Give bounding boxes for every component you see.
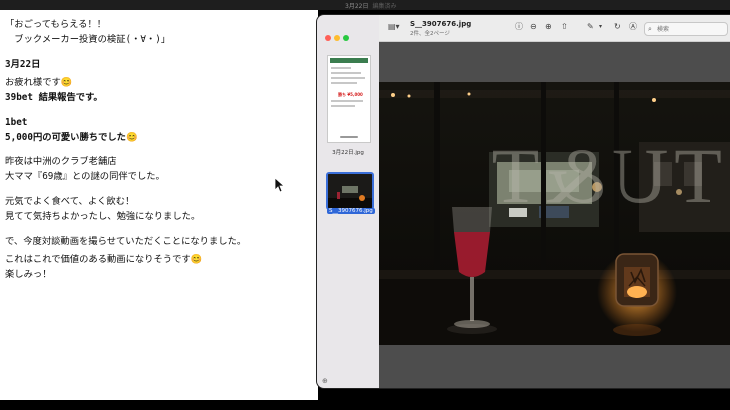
window-title: 3月22日 編集済み [345, 1, 396, 10]
thumb-header [330, 58, 368, 63]
note-line: 5,000円の可愛い勝ちでした😊 [5, 132, 138, 143]
thumb-row [331, 82, 357, 84]
thumb-row [331, 72, 361, 74]
file-subtitle: 2件、全2ページ [410, 31, 450, 37]
add-icon[interactable]: ⊕ [322, 377, 328, 385]
note-line: 昨夜は中洲のクラブ老舗店 [5, 156, 117, 167]
thumb-win-text: 勝ち ¥5,000 [338, 92, 363, 97]
bottom-bar [0, 400, 730, 410]
thumb-row [331, 67, 351, 69]
thumbnail-label[interactable]: 3月22日.jpg [317, 148, 379, 156]
window-text-mirrored: TU&T [486, 132, 722, 219]
note-line: 大ママ『69歳』との謎の同伴でした。 [5, 171, 165, 182]
note-line: 楽しみっ！ [5, 269, 52, 280]
thumbnail-photo-image [328, 174, 372, 208]
thumb-row [331, 105, 355, 107]
share-icon[interactable]: ⇧ [561, 21, 568, 33]
chevron-down-icon[interactable]: ▾ [599, 21, 602, 33]
mouse-cursor-icon [274, 177, 284, 193]
image-canvas[interactable]: TU&T [379, 42, 730, 388]
thumb-row [331, 77, 365, 79]
note-line: ブックメーカー投資の検証(・∀・)」 [5, 34, 171, 45]
search-icon: ⌕ [648, 25, 652, 33]
window-title-status: 編集済み [372, 3, 397, 10]
preview-toolbar: ▤▾ S__3907676.jpg 2件、全2ページ ⓘ ⊖ ⊕ ⇧ ✎ ▾ ↻… [379, 15, 730, 42]
note-line: 39bet 結果報告です。 [5, 92, 103, 103]
note-line: 1bet [5, 117, 28, 128]
minimize-button-icon[interactable] [334, 35, 340, 41]
file-title: S__3907676.jpg [410, 20, 472, 28]
fullscreen-button-icon[interactable] [343, 35, 349, 41]
bar-photo-image: TU&T [379, 82, 730, 345]
traffic-lights [325, 26, 352, 45]
note-date: 3月22日 [5, 59, 41, 70]
thumbnail-sidebar[interactable]: 勝ち ¥5,000 3月22日.jpg S__3907676.jpg ⊕ [317, 15, 380, 388]
sidebar-toggle-icon[interactable]: ▤▾ [388, 21, 400, 33]
thumbnail-photo-selected[interactable] [326, 172, 374, 210]
preview-window[interactable]: 勝ち ¥5,000 3月22日.jpg S__3907676.jpg ⊕ ▤▾ … [317, 15, 730, 388]
zoom-out-icon[interactable]: ⊖ [530, 21, 537, 33]
search-input[interactable] [657, 24, 723, 34]
search-field[interactable]: ⌕ [644, 22, 728, 36]
note-line: 「おごってもらえる！！ [5, 19, 107, 30]
annotate-icon[interactable]: Ⓐ [629, 21, 637, 33]
note-line: で、今度対談動画を撮らせていただくことになりました。 [5, 236, 247, 247]
note-line: 見てて気持ちよかったし、勉強になりました。 [5, 211, 201, 222]
notes-document[interactable]: 「おごってもらえる！！ ブックメーカー投資の検証(・∀・)」 3月22日 お疲れ… [0, 10, 318, 400]
markup-pen-icon[interactable]: ✎ [587, 21, 594, 33]
note-line: お疲れ様です😊 [5, 77, 73, 88]
thumbnail-receipt[interactable]: 勝ち ¥5,000 [327, 55, 371, 143]
thumbnail-label-selected[interactable]: S__3907676.jpg [327, 208, 375, 214]
note-line: 元気でよく食べて、よく飲む！ [5, 196, 135, 207]
note-line: これはこれで価値のある動画になりそうです😊 [5, 254, 203, 265]
bar-photo: TU&T [379, 82, 730, 345]
top-bar: 3月22日 編集済み [0, 0, 730, 17]
zoom-in-icon[interactable]: ⊕ [545, 21, 552, 33]
close-button-icon[interactable] [325, 35, 331, 41]
thumb-row [331, 100, 363, 102]
window-title-text: 3月22日 [345, 3, 369, 10]
info-icon[interactable]: ⓘ [515, 21, 523, 33]
rotate-icon[interactable]: ↻ [614, 21, 621, 33]
thumb-home-indicator [340, 136, 358, 138]
